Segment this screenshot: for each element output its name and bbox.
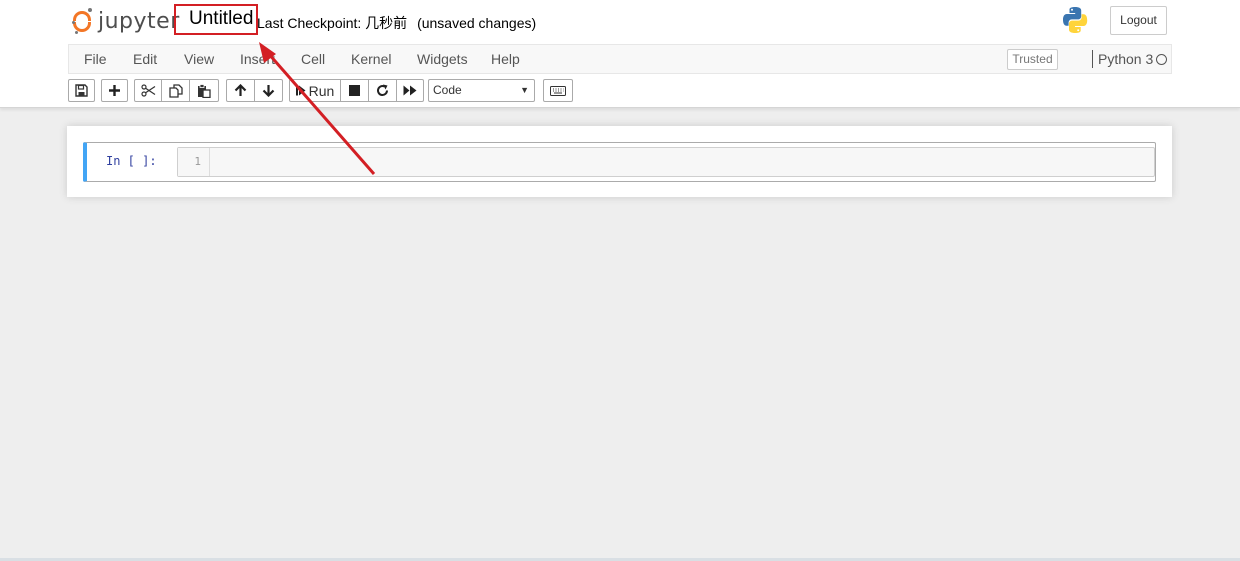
cell-type-select[interactable]: Code ▼: [428, 79, 535, 102]
notebook-container: In [ ]: 1: [67, 126, 1172, 197]
autosave-status: (unsaved changes): [417, 15, 537, 31]
chevron-down-icon: ▼: [520, 85, 529, 95]
menu-view[interactable]: View: [184, 51, 214, 67]
kernel-idle-icon: [1156, 54, 1167, 65]
insert-cell-button[interactable]: [101, 79, 128, 102]
run-label: Run: [308, 82, 335, 99]
keyboard-icon: [550, 85, 566, 96]
python-logo-icon: [1063, 7, 1088, 33]
code-editor-line[interactable]: [211, 148, 1154, 176]
plus-icon: [109, 85, 120, 96]
save-button[interactable]: [68, 79, 95, 102]
menubar: File Edit View Insert Cell Kernel Widget…: [68, 44, 1172, 74]
last-checkpoint-label: Last Checkpoint: 几秒前: [257, 15, 408, 31]
interrupt-kernel-button[interactable]: [340, 79, 369, 102]
menu-insert[interactable]: Insert: [240, 51, 275, 67]
move-cell-up-button[interactable]: [226, 79, 255, 102]
step-forward-icon: [295, 85, 306, 96]
line-number: 1: [194, 155, 201, 168]
code-cell[interactable]: In [ ]: 1: [83, 142, 1156, 182]
cut-button[interactable]: [134, 79, 162, 102]
kernel-separator: [1092, 50, 1093, 68]
restart-icon: [377, 84, 389, 97]
paste-button[interactable]: [189, 79, 219, 102]
run-button[interactable]: Run: [289, 79, 341, 102]
stop-icon: [349, 85, 360, 96]
menu-help[interactable]: Help: [491, 51, 520, 67]
trusted-indicator[interactable]: Trusted: [1007, 49, 1058, 70]
save-icon: [75, 84, 88, 97]
jupyter-logo[interactable]: jupyter: [71, 6, 180, 36]
restart-kernel-button[interactable]: [368, 79, 397, 102]
logout-button[interactable]: Logout: [1110, 6, 1167, 35]
notebook-header: jupyter Untitled Last Checkpoint: 几秒前 (u…: [0, 0, 1240, 108]
menu-cell[interactable]: Cell: [301, 51, 325, 67]
move-cell-down-button[interactable]: [254, 79, 283, 102]
command-palette-button[interactable]: [543, 79, 573, 102]
input-prompt: In [ ]:: [106, 154, 157, 168]
paste-icon: [198, 83, 211, 98]
checkpoint-status: Last Checkpoint: 几秒前 (unsaved changes): [257, 13, 542, 33]
cell-type-value: Code: [433, 83, 462, 97]
jupyter-logo-icon: [71, 7, 93, 35]
scissors-icon: [140, 84, 155, 97]
kernel-name[interactable]: Python 3: [1098, 51, 1153, 67]
arrow-up-icon: [234, 84, 247, 96]
title-highlight-box: [174, 4, 258, 35]
restart-run-all-button[interactable]: [396, 79, 424, 102]
jupyter-logo-text: jupyter: [98, 8, 180, 34]
menu-file[interactable]: File: [84, 51, 107, 67]
menu-widgets[interactable]: Widgets: [417, 51, 468, 67]
copy-button[interactable]: [161, 79, 190, 102]
arrow-down-icon: [262, 85, 275, 97]
line-number-gutter: 1: [178, 148, 210, 176]
copy-icon: [168, 83, 183, 98]
fast-forward-icon: [403, 85, 417, 96]
menu-kernel[interactable]: Kernel: [351, 51, 391, 67]
menu-edit[interactable]: Edit: [133, 51, 157, 67]
code-input-area[interactable]: 1: [177, 147, 1155, 177]
